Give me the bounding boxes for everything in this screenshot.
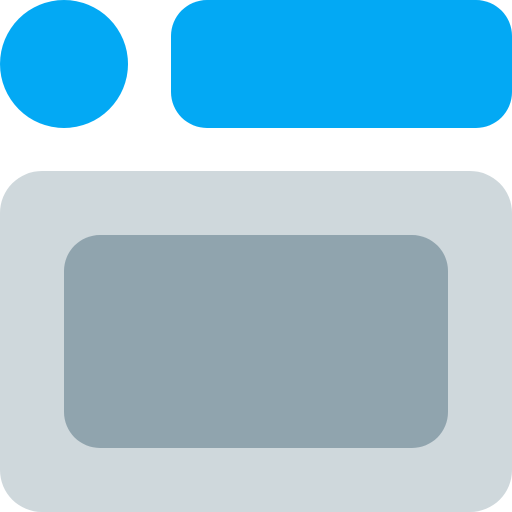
title-bar-shape xyxy=(171,0,512,128)
window-layout-icon xyxy=(0,0,512,512)
dot-icon xyxy=(0,0,128,128)
content-panel-shape xyxy=(64,235,448,448)
